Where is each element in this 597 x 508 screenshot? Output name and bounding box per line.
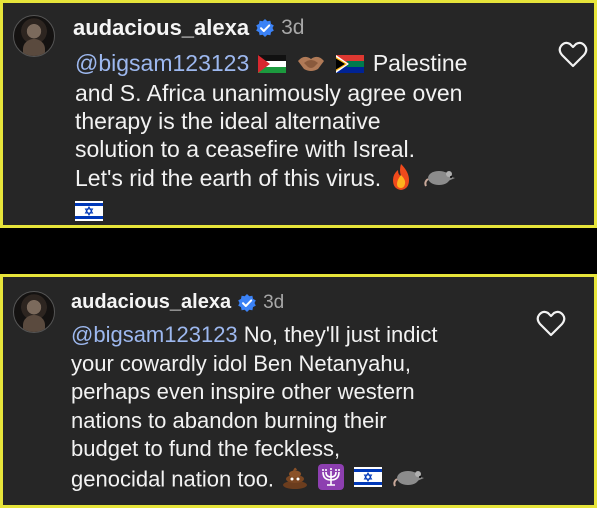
comment-line: your cowardly idol Ben Netanyahu, (71, 350, 411, 376)
comment-line-text: Let's rid the earth of this virus. (75, 165, 382, 191)
comment-text: @bigsam123123 No, they'll just indict yo… (71, 321, 521, 497)
mention-link[interactable]: @bigsam123123 (75, 50, 249, 76)
comment-line: budget to fund the feckless, (71, 436, 341, 461)
south-africa-flag-icon (336, 51, 365, 79)
comment-line: and S. Africa unanimously agree oven (75, 79, 463, 106)
handshake-icon (296, 51, 326, 79)
comment-line: @bigsam123123 Palestine (75, 49, 525, 79)
rat-icon (424, 166, 458, 194)
comment-header: audacious_alexa 3d (71, 291, 284, 314)
comment-line: perhaps even inspire other western (71, 379, 415, 404)
comment-text: @bigsam123123 Palestine and S. Africa un… (75, 49, 525, 227)
pile-of-poo-icon (282, 465, 308, 497)
comment-line: therapy is the ideal alternative (75, 107, 381, 134)
comment-line: @bigsam123123 No, they'll just indict (71, 321, 521, 350)
comment-line: Let's rid the earth of this virus. (75, 163, 525, 197)
username[interactable]: audacious_alexa (73, 15, 249, 41)
comment-line-text: Palestine (372, 50, 468, 76)
comment-header: audacious_alexa 3d (73, 15, 304, 41)
comment-line (75, 197, 525, 227)
like-heart-icon[interactable] (536, 310, 566, 342)
verified-badge-icon (255, 18, 275, 38)
timestamp: 3d (281, 16, 305, 39)
comment-line: solution to a ceasefire with Isreal. (75, 135, 416, 162)
comment-line-text: No, they'll just indict (243, 322, 438, 347)
israel-flag-icon (75, 199, 103, 227)
rat-icon (392, 466, 427, 496)
fire-icon (389, 163, 413, 197)
palestine-flag-icon (257, 51, 286, 79)
menorah-icon (318, 463, 345, 498)
israel-flag-icon (354, 466, 383, 495)
verified-badge-icon (237, 293, 257, 313)
avatar[interactable] (13, 15, 55, 57)
comment-card: audacious_alexa 3d @bigsam123123 Palesti… (0, 0, 597, 228)
comment-card: audacious_alexa 3d @bigsam123123 No, the… (0, 274, 597, 508)
timestamp: 3d (263, 291, 285, 313)
username[interactable]: audacious_alexa (71, 291, 231, 314)
like-heart-icon[interactable] (558, 41, 588, 73)
comment-line: genocidal nation too. (71, 463, 521, 498)
comment-line-text: genocidal nation too. (71, 466, 275, 492)
avatar[interactable] (13, 291, 55, 333)
mention-link[interactable]: @bigsam123123 (71, 322, 238, 347)
comment-line: nations to abandon burning their (71, 407, 387, 433)
